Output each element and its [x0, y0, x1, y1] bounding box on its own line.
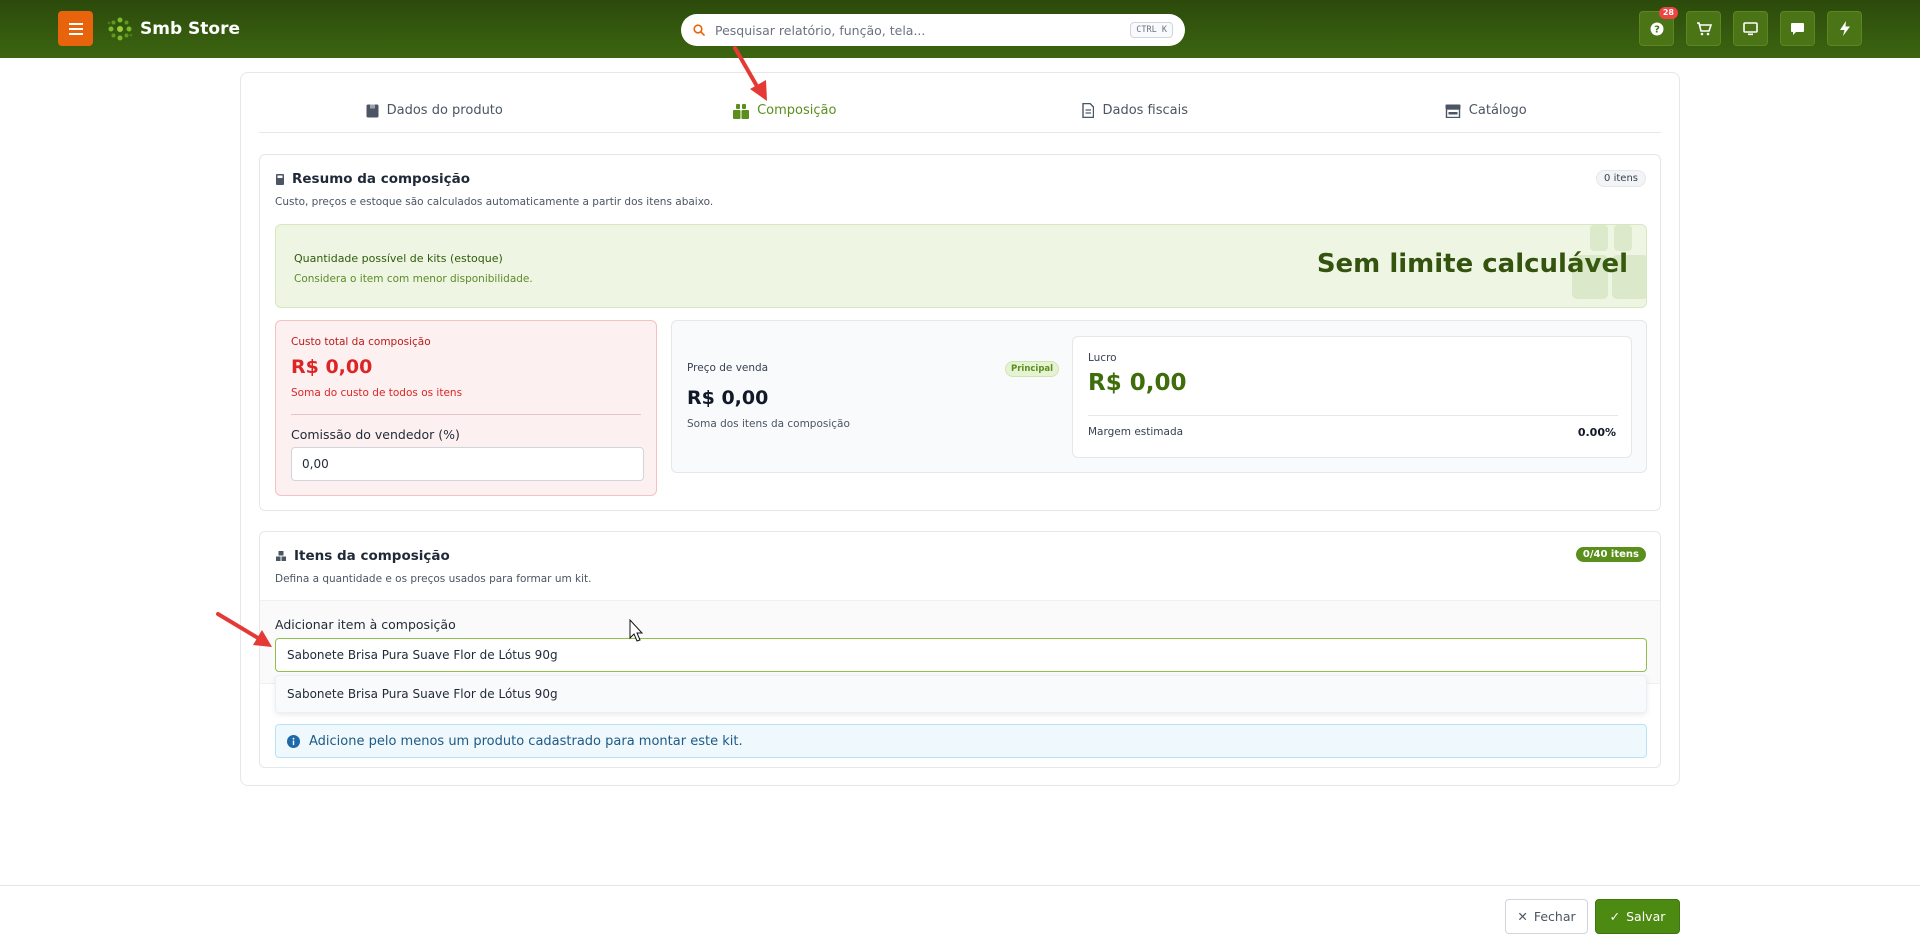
brand-name: Smb Store	[140, 19, 241, 39]
section-subtitle: Custo, preços e estoque são calculados a…	[275, 196, 714, 208]
sale-price-panel: Preço de venda Principal R$ 0,00 Soma do…	[671, 320, 1647, 473]
commission-label: Comissão do vendedor (%)	[291, 427, 460, 442]
section-subtitle: Defina a quantidade e os preços usados p…	[275, 573, 592, 585]
close-button-label: Fechar	[1533, 909, 1576, 924]
chat-button[interactable]	[1780, 11, 1815, 46]
tab-label: Dados do produto	[386, 103, 503, 118]
info-alert: Adicione pelo menos um produto cadastrad…	[275, 724, 1647, 758]
tab-label: Dados fiscais	[1102, 103, 1189, 118]
check-icon: ✓	[1609, 909, 1621, 924]
items-count-badge: 0 itens	[1596, 170, 1646, 187]
total-cost-label: Custo total da composição	[291, 336, 431, 348]
top-actions: ? 28	[1639, 7, 1862, 46]
section-title: Itens da composição	[276, 548, 450, 564]
profit-panel: Lucro R$ 0,00 Margem estimada 0.00%	[1072, 336, 1632, 458]
global-search[interactable]: CTRL K	[681, 14, 1185, 46]
document-icon	[1082, 103, 1095, 118]
help-icon: ?	[1650, 22, 1663, 35]
brand-logo[interactable]: Smb Store	[106, 14, 240, 44]
chat-icon	[1791, 22, 1804, 35]
search-shortcut-hint: CTRL K	[1130, 22, 1173, 38]
tab-composicao[interactable]: Composição	[610, 89, 961, 132]
save-button-label: Salvar	[1626, 909, 1666, 924]
divider	[1088, 415, 1618, 416]
profit-label: Lucro	[1088, 352, 1117, 364]
tab-label: Catálogo	[1468, 103, 1527, 118]
sale-price-hint: Soma dos itens da composição	[687, 418, 850, 430]
composition-summary-section: Resumo da composição Custo, preços e est…	[259, 154, 1661, 511]
info-icon	[287, 734, 300, 748]
autocomplete-suggestion[interactable]: Sabonete Brisa Pura Suave Flor de Lótus …	[275, 675, 1647, 713]
svg-text:?: ?	[1654, 24, 1660, 35]
product-form-card: Dados do produto Composição Dados fiscai…	[240, 72, 1680, 786]
total-cost-value: R$ 0,00	[291, 356, 373, 378]
kits-quantity-hint: Considera o item com menor disponibilida…	[294, 273, 533, 285]
section-title-text: Resumo da composição	[292, 171, 471, 187]
profit-value: R$ 0,00	[1088, 370, 1187, 396]
section-title-text: Itens da composição	[294, 548, 450, 564]
composition-items-section: Itens da composição Defina a quantidade …	[259, 531, 1661, 768]
margin-value: 0.00%	[1577, 426, 1616, 439]
product-tabs: Dados do produto Composição Dados fiscai…	[259, 89, 1661, 133]
close-button[interactable]: ✕ Fechar	[1505, 899, 1588, 934]
boxes-icon	[276, 551, 286, 561]
brand-logo-icon	[107, 17, 133, 41]
monitor-button[interactable]	[1733, 11, 1768, 46]
store-icon	[1445, 104, 1461, 118]
divider	[291, 414, 641, 415]
help-button[interactable]: ? 28	[1639, 7, 1678, 46]
kit-icon	[733, 103, 750, 119]
tab-label: Composição	[757, 103, 837, 118]
principal-badge: Principal	[1005, 361, 1060, 377]
add-item-label: Adicionar item à composição	[275, 617, 456, 632]
form-footer: ✕ Fechar ✓ Salvar	[0, 885, 1920, 945]
add-item-input[interactable]	[275, 638, 1647, 672]
save-button[interactable]: ✓ Salvar	[1595, 899, 1680, 934]
sale-price-value: R$ 0,00	[687, 387, 769, 409]
monitor-icon	[1743, 21, 1758, 35]
cart-button[interactable]	[1686, 11, 1721, 46]
kit-watermark-icon	[1572, 225, 1646, 299]
commission-input[interactable]	[291, 447, 644, 481]
margin-label: Margem estimada	[1088, 426, 1184, 438]
quick-actions-button[interactable]	[1827, 11, 1862, 46]
box-icon	[366, 104, 379, 117]
notification-badge: 28	[1658, 7, 1678, 19]
top-navbar: Smb Store CTRL K ? 28	[0, 0, 1920, 58]
tab-dados-do-produto[interactable]: Dados do produto	[259, 89, 610, 132]
cart-icon	[1696, 21, 1712, 35]
calculator-icon	[276, 173, 284, 185]
hamburger-menu-button[interactable]	[58, 11, 93, 46]
section-title: Resumo da composição	[276, 171, 470, 187]
total-cost-panel: Custo total da composição R$ 0,00 Soma d…	[275, 320, 657, 496]
bolt-icon	[1839, 21, 1850, 36]
hamburger-icon	[68, 22, 83, 35]
kits-quantity-panel: Quantidade possível de kits (estoque) Co…	[275, 224, 1647, 308]
search-input[interactable]	[715, 22, 1131, 38]
items-limit-badge: 0/40 itens	[1575, 547, 1646, 562]
info-alert-text: Adicione pelo menos um produto cadastrad…	[309, 733, 743, 749]
tab-dados-fiscais[interactable]: Dados fiscais	[960, 89, 1311, 132]
sale-price-label: Preço de venda	[687, 362, 769, 374]
total-cost-hint: Soma do custo de todos os itens	[291, 387, 463, 399]
kits-quantity-label: Quantidade possível de kits (estoque)	[294, 252, 503, 265]
tab-catalogo[interactable]: Catálogo	[1311, 89, 1662, 132]
close-icon: ✕	[1517, 909, 1528, 924]
search-icon	[693, 24, 705, 36]
